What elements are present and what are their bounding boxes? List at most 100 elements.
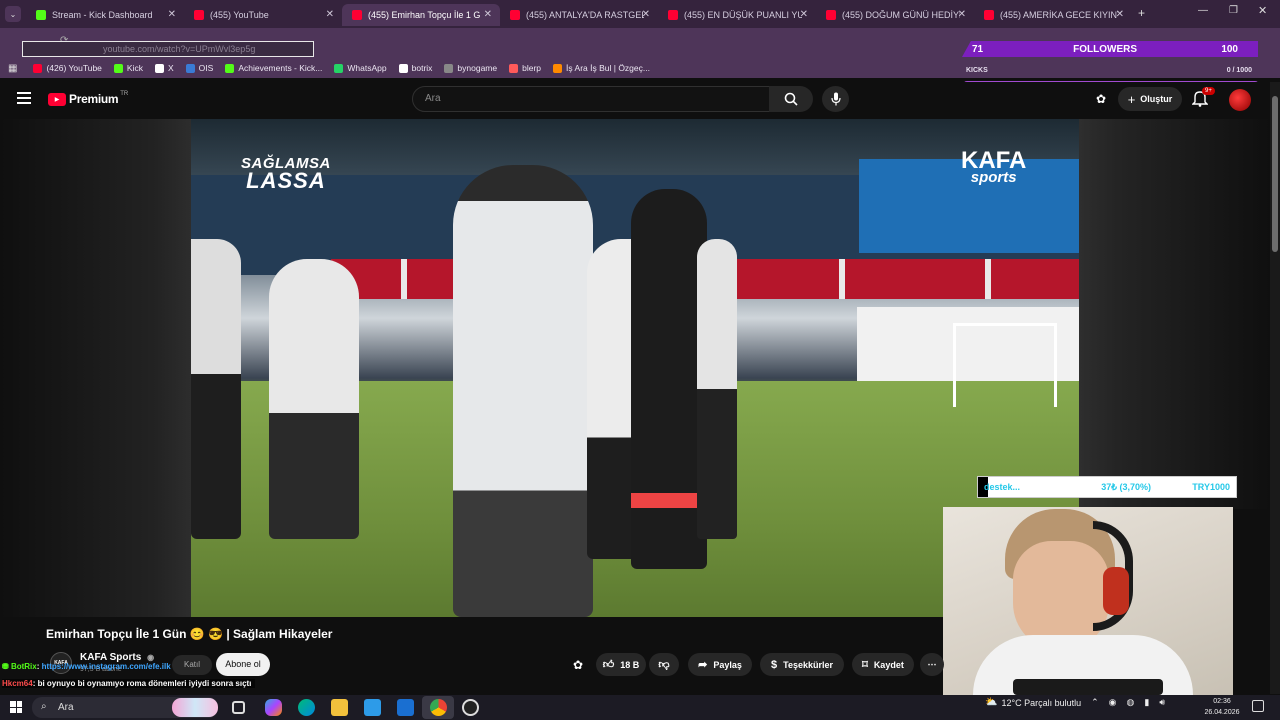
tab-close-icon[interactable]: ✕ [326,9,334,20]
weather-icon[interactable]: ⛅ [985,697,997,708]
tab-close-icon[interactable]: ✕ [168,9,176,20]
edge-icon[interactable] [298,699,315,716]
apps-grid-icon[interactable]: ▦ [8,63,17,74]
menu-icon[interactable] [17,92,31,104]
clock-date: 26.04.2026 [1204,709,1240,716]
chat-username: BotRix [10,662,37,671]
create-button[interactable]: + Oluştur [1118,87,1182,111]
mail-icon[interactable] [397,699,414,716]
join-button[interactable]: Katıl [172,655,212,675]
tab-favicon-icon [194,10,204,20]
maximize-icon[interactable]: ❐ [1229,5,1238,16]
bookmark-item[interactable]: X [154,63,174,73]
thumbs-down-icon: 👎︎ [658,659,670,671]
subscribe-button[interactable]: Abone ol [216,653,270,676]
save-button[interactable]: ⌑ Kaydet [852,653,914,676]
tab-close-icon[interactable]: ✕ [484,9,492,20]
goal-post [953,323,1057,407]
player-figure [631,189,707,569]
kafa-sports-logo: KAFA sports [961,147,1026,186]
chat-text: https://www.instagram.com/efe.ilk [41,662,171,671]
copilot-icon[interactable] [265,699,282,716]
minimize-icon[interactable]: — [1198,5,1208,16]
bookmark-favicon-icon [33,63,43,73]
taskbar-clock[interactable]: 02:36 26.04.2026 [1200,696,1244,718]
tray-app-icon[interactable]: ◉ [1109,697,1117,708]
bookmark-item[interactable]: OIS [185,63,213,73]
tab-close-icon[interactable]: ✕ [800,9,808,20]
player-figure [269,259,359,539]
tab-title: (455) AMERİKA GECE KIYINTISI [1000,10,1118,20]
bookmark-item[interactable]: bynogame [444,63,497,73]
donation-label: destek... [984,482,1021,492]
notifications-button[interactable]: 9+ [1191,87,1215,108]
file-explorer-icon[interactable] [331,699,348,716]
browser-tab[interactable]: Stream - Kick Dashboard ✕ [26,4,184,26]
volume-icon[interactable]: 🔊︎ [1159,697,1165,708]
search-button[interactable] [769,86,813,112]
address-bar[interactable]: youtube.com/watch?v=UPmWvl3ep5g [22,41,314,57]
dislike-button[interactable]: 👎︎ [649,653,679,676]
scrollbar-thumb[interactable] [1272,96,1278,252]
tab-title: (455) YouTube [210,10,269,20]
tab-favicon-icon [984,10,994,20]
verified-icon: ◉ [147,653,155,662]
tray-chevron-icon[interactable]: ⌃ [1091,697,1099,708]
bookmark-item[interactable]: botrix [398,63,432,73]
bookmark-label: X [167,63,174,73]
kicks-goal-row: KICKS 0 / 1000 [962,64,1258,78]
tab-close-icon[interactable]: ✕ [958,9,966,20]
tab-close-icon[interactable]: ✕ [1116,9,1124,20]
browser-tab[interactable]: (455) Emirhan Topçu İle 1 G ✕ [342,4,500,26]
search-input[interactable]: Ara [412,86,770,112]
bookmark-item[interactable]: Achievements - Kick... [225,63,322,73]
store-icon[interactable] [364,699,381,716]
tab-favicon-icon [352,10,362,20]
browser-tab[interactable]: (455) ANTALYA'DA RASTGELE M✕ [500,4,658,26]
donation-goal: TRY1000 [1192,482,1230,492]
weather-text[interactable]: 12°C Parçalı bulutlu [1001,698,1081,708]
followers-goal: 100 [1221,43,1238,55]
followers-goal-bar: 71 FOLLOWERS 100 [962,41,1258,57]
account-avatar[interactable] [1229,89,1251,111]
video-title: Emirhan Topçu İle 1 Gün 😊 😎 | Sağlam Hik… [46,627,333,641]
lassa-logo: SAĞLAMSA LASSA [241,155,331,194]
bookmark-item[interactable]: blerp [509,63,541,73]
tab-close-icon[interactable]: ✕ [642,9,650,20]
bookmark-item[interactable]: Kick [113,63,143,73]
tab-title: (455) Emirhan Topçu İle 1 G [368,10,481,20]
bookmark-favicon-icon [553,63,563,73]
youtube-logo[interactable]: ▶ Premium TR [48,91,128,106]
share-button[interactable]: ➦ Paylaş [688,653,752,676]
chrome-icon[interactable] [430,699,447,716]
browser-tab[interactable]: (455) DOĞUM GÜNÜ HEDİYELİ ✕ [816,4,974,26]
battery-icon[interactable]: ▮ [1144,697,1149,708]
browser-tab[interactable]: (455) EN DÜŞÜK PUANLI YURT✕ [658,4,816,26]
cast-game-icon[interactable]: ✿ [1093,91,1109,107]
kafa-line-2: sports [970,169,1017,186]
close-window-icon[interactable]: ✕ [1258,4,1267,17]
like-button[interactable]: 👍︎ 18 B [596,653,646,676]
remix-icon[interactable]: ✿ [570,657,586,673]
browser-tab[interactable]: (455) YouTube ✕ [184,4,342,26]
browser-tab[interactable]: (455) AMERİKA GECE KIYINTISI✕ [974,4,1132,26]
new-tab-button[interactable]: + [1138,6,1145,20]
bookmark-item[interactable]: İş Ara İş Bul | Özgeç... [553,63,650,73]
player-figure [697,239,737,539]
thanks-icon: $ [771,658,778,671]
ambient-right [1079,119,1270,509]
obs-icon[interactable] [462,699,479,716]
thanks-button[interactable]: $ Teşekkürler [760,653,844,676]
more-actions-button[interactable]: ⋯ [920,653,944,676]
ambient-left [0,119,191,617]
bookmark-item[interactable]: WhatsApp [334,63,387,73]
kicks-progress: 0 / 1000 [1226,67,1252,74]
bookmark-favicon-icon [154,63,164,73]
bookmark-item[interactable]: (426) YouTube [33,63,102,73]
windows-start-icon[interactable] [10,701,22,713]
tray-app-icon[interactable]: ◍ [1127,697,1135,708]
task-view-icon[interactable] [232,701,245,714]
tab-search-chevron-icon[interactable]: ⌄ [5,6,21,22]
notification-center-icon[interactable] [1252,700,1264,712]
voice-search-button[interactable] [822,86,849,112]
